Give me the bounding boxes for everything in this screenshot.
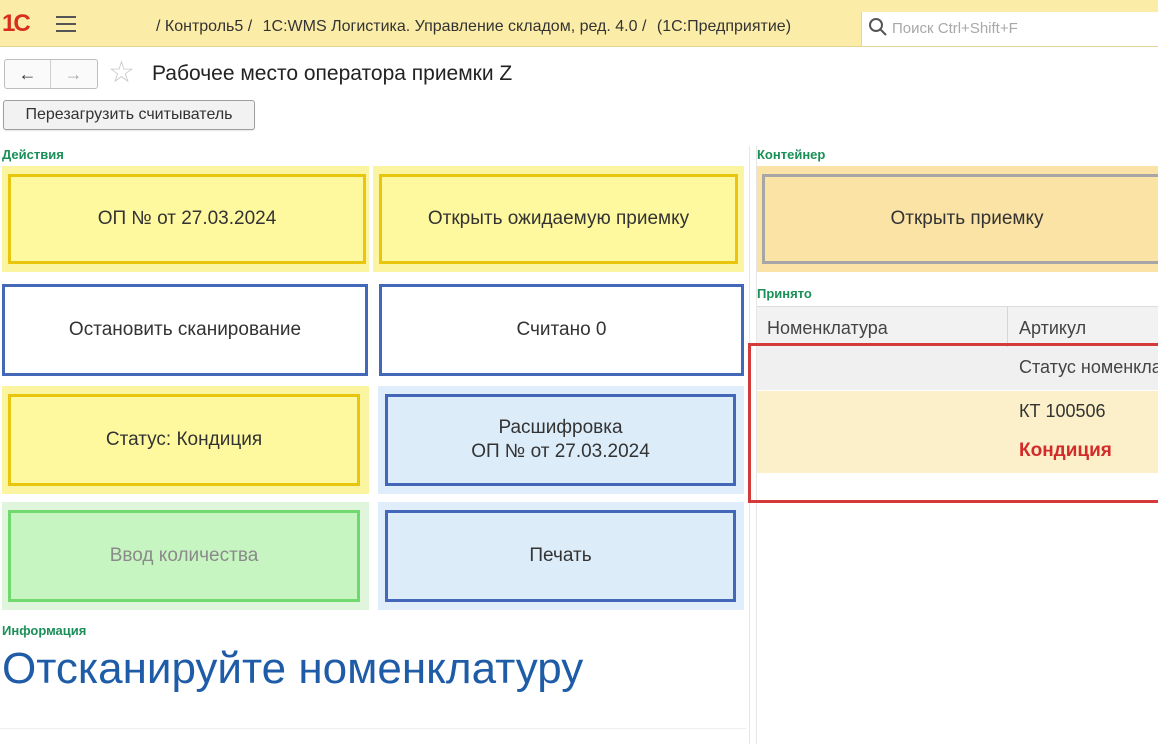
status-label: Статус: Кондиция <box>105 429 263 450</box>
qty-input-frame: Ввод количества <box>2 502 369 610</box>
breadcrumb-platform: (1С:Предприятие) <box>656 18 792 35</box>
open-expected-receipt-button[interactable]: Открыть ожидаемую приемку <box>379 174 738 264</box>
print-button[interactable]: Печать <box>385 510 736 602</box>
open-receipt-label: Открыть приемку <box>890 208 1044 229</box>
top-bar: 1С / Контроль5 / 1С:WMS Логистика. Управ… <box>0 0 1158 47</box>
decode-label-line2: ОП № от 27.03.2024 <box>471 441 650 462</box>
search-placeholder: Поиск Ctrl+Shift+F <box>892 20 1018 37</box>
decode-op-button[interactable]: Расшифровка ОП № от 27.03.2024 <box>385 394 736 486</box>
quantity-input-label: Ввод количества <box>109 545 259 566</box>
open-expected-frame: Открыть ожидаемую приемку <box>373 166 744 272</box>
search-icon <box>869 18 887 36</box>
info-divider <box>0 728 746 729</box>
read-count-frame: Считано 0 <box>373 280 744 380</box>
open-receipt-button[interactable]: Открыть приемку <box>762 174 1158 264</box>
breadcrumb: / Контроль5 / 1С:WMS Логистика. Управлен… <box>156 18 797 36</box>
menu-icon[interactable] <box>56 16 76 32</box>
status-button[interactable]: Статус: Кондиция <box>8 394 360 486</box>
nav-buttons: ← → <box>4 59 98 89</box>
scan-instruction-message: Отсканируйте номенклатуру <box>2 644 584 693</box>
print-frame: Печать <box>378 502 744 610</box>
breadcrumb-control5: / Контроль5 / <box>156 18 253 35</box>
forward-arrow-icon[interactable]: → <box>51 60 96 88</box>
back-arrow-icon[interactable]: ← <box>5 60 51 88</box>
op-document-label: ОП № от 27.03.2024 <box>97 208 277 229</box>
global-search[interactable]: Поиск Ctrl+Shift+F <box>861 12 1158 46</box>
stop-scanning-label: Остановить сканирование <box>68 319 302 340</box>
stop-scanning-button[interactable]: Остановить сканирование <box>2 284 368 376</box>
read-count-label: Считано 0 <box>516 319 607 340</box>
column-nomenclature[interactable]: Номенклатура <box>767 318 888 339</box>
column-separator <box>1007 307 1008 348</box>
highlight-frame <box>748 343 1158 503</box>
decode-label-line1: Расшифровка <box>498 417 623 438</box>
print-label: Печать <box>529 545 592 566</box>
app-logo[interactable]: 1С <box>2 12 31 36</box>
read-count-button[interactable]: Считано 0 <box>379 284 744 376</box>
favorite-star-icon[interactable]: ☆ <box>108 58 135 88</box>
quantity-input-button[interactable]: Ввод количества <box>8 510 360 602</box>
reload-reader-button[interactable]: Перезагрузить считыватель <box>3 100 255 130</box>
container-group-label: Контейнер <box>757 147 826 162</box>
info-group-label: Информация <box>2 623 87 638</box>
decode-frame: Расшифровка ОП № от 27.03.2024 <box>378 386 744 494</box>
status-frame: Статус: Кондиция <box>2 386 369 494</box>
breadcrumb-config: 1С:WMS Логистика. Управление складом, ре… <box>262 18 647 35</box>
accepted-group-label: Принято <box>757 286 812 301</box>
op-document-button[interactable]: ОП № от 27.03.2024 <box>8 174 366 264</box>
op-button-frame: ОП № от 27.03.2024 <box>2 166 369 272</box>
stop-scan-frame: Остановить сканирование <box>2 280 369 380</box>
actions-group-label: Действия <box>2 147 64 162</box>
open-receipt-frame: Открыть приемку <box>757 166 1158 272</box>
page-title: Рабочее место оператора приемки Z <box>152 62 513 85</box>
column-article[interactable]: Артикул <box>1019 318 1086 339</box>
open-expected-receipt-label: Открыть ожидаемую приемку <box>427 208 690 229</box>
